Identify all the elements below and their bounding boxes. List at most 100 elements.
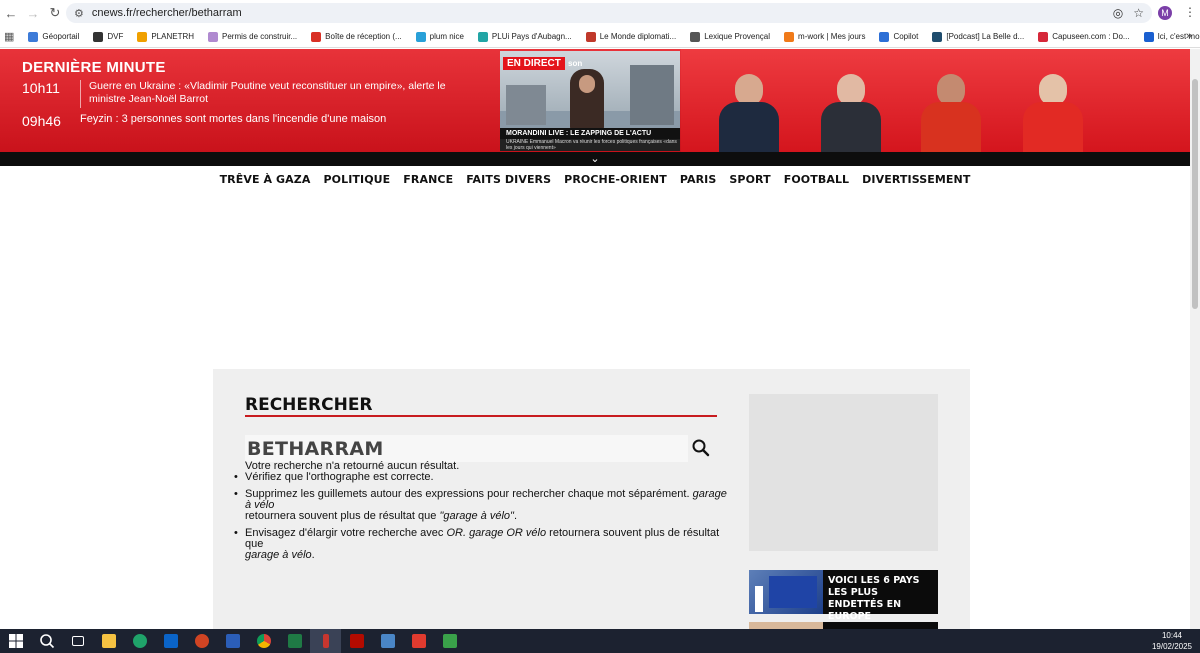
- bookmark-label[interactable]: PLANETRH: [151, 32, 194, 41]
- nav-item-treve-a-gaza[interactable]: TRÊVE À GAZA: [220, 173, 311, 193]
- apps-grid-icon[interactable]: ▦: [4, 30, 14, 43]
- outlook-icon[interactable]: [155, 629, 186, 653]
- bookmark-label[interactable]: Ici, c'est mon quarti...: [1158, 32, 1200, 41]
- live-sub-label: son: [568, 59, 583, 68]
- article-card[interactable]: [749, 622, 938, 629]
- bookmark-item[interactable]: Boîte de réception (...: [311, 31, 402, 42]
- bookmark-item[interactable]: Lexique Provençal: [690, 31, 770, 42]
- search-icon[interactable]: [689, 437, 713, 459]
- search-input[interactable]: BETHARRAM: [245, 435, 688, 462]
- bookmark-favicon-icon: [1143, 31, 1154, 42]
- nav-item-sport[interactable]: SPORT: [729, 173, 770, 193]
- bookmark-item[interactable]: Copilot: [879, 31, 918, 42]
- breaking-item[interactable]: 09h46 Feyzin : 3 personnes sont mortes d…: [22, 113, 450, 129]
- breaking-item[interactable]: 10h11 Guerre en Ukraine : «Vladimir Pout…: [22, 80, 459, 108]
- article-thumbnail: [749, 570, 823, 614]
- bookmark-item[interactable]: PLUi Pays d'Aubagn...: [477, 31, 572, 42]
- nav-item-football[interactable]: FOOTBALL: [784, 173, 849, 193]
- bookmark-label[interactable]: PLUi Pays d'Aubagn...: [492, 32, 572, 41]
- presenters-banner[interactable]: [681, 49, 1190, 152]
- bookmark-item[interactable]: m-work | Mes jours: [784, 31, 865, 42]
- nav-item-france[interactable]: FRANCE: [403, 173, 453, 193]
- search-taskbar-icon[interactable]: [31, 629, 62, 653]
- word-icon[interactable]: [217, 629, 248, 653]
- article-title[interactable]: VOICI LES 6 PAYS LES PLUS ENDETTÉS EN EU…: [828, 575, 934, 623]
- bookmark-label[interactable]: Boîte de réception (...: [325, 32, 402, 41]
- bookmark-label[interactable]: m-work | Mes jours: [798, 32, 865, 41]
- edge-icon[interactable]: [124, 629, 155, 653]
- bookmark-label[interactable]: Permis de construir...: [222, 32, 297, 41]
- bookmark-label[interactable]: Capuseen.com : Do...: [1052, 32, 1129, 41]
- bookmark-favicon-icon: [208, 31, 219, 42]
- eye-off-icon[interactable]: ◎: [1113, 6, 1123, 20]
- bookmark-label[interactable]: Lexique Provençal: [704, 32, 770, 41]
- system-clock[interactable]: 10:44 19/02/2025: [1152, 630, 1192, 652]
- nav-item-politique[interactable]: POLITIQUE: [323, 173, 390, 193]
- bookmark-label[interactable]: DVF: [107, 32, 123, 41]
- app-icon[interactable]: [310, 629, 341, 653]
- search-query[interactable]: BETHARRAM: [247, 438, 384, 460]
- search-tip: Vérifiez que l'orthographe est correcte.: [234, 472, 730, 484]
- bookmark-item[interactable]: DVF: [93, 31, 123, 42]
- article-card[interactable]: VOICI LES 6 PAYS LES PLUS ENDETTÉS EN EU…: [749, 570, 938, 622]
- breaking-text[interactable]: Feyzin : 3 personnes sont mortes dans l'…: [80, 113, 450, 126]
- chrome-icon[interactable]: [248, 629, 279, 653]
- presenter-image: [817, 74, 885, 152]
- nav-item-proche-orient[interactable]: PROCHE-ORIENT: [564, 173, 667, 193]
- file-explorer-icon[interactable]: [93, 629, 124, 653]
- bookmark-label[interactable]: Le Monde diplomati...: [600, 32, 677, 41]
- breaking-time: 09h46: [22, 113, 61, 129]
- bookmark-item[interactable]: [Podcast] La Belle d...: [932, 31, 1024, 42]
- powerpoint-icon[interactable]: [186, 629, 217, 653]
- browser-menu-icon[interactable]: ⋮: [1184, 5, 1196, 19]
- breaking-text[interactable]: Guerre en Ukraine : «Vladimir Poutine ve…: [89, 80, 459, 106]
- breaking-time: 10h11: [22, 80, 60, 96]
- breaking-news-title: DERNIÈRE MINUTE: [22, 59, 166, 76]
- calculator-icon[interactable]: [372, 629, 403, 653]
- breaking-news-banner: DERNIÈRE MINUTE 10h11 Guerre en Ukraine …: [0, 49, 1190, 152]
- page-title: RECHERCHER: [245, 395, 373, 415]
- bookmark-item[interactable]: plum nice: [415, 31, 464, 42]
- chevron-down-icon[interactable]: ⌄: [0, 152, 1190, 166]
- ad-placeholder: [749, 394, 938, 551]
- bookmark-item[interactable]: PLANETRH: [137, 31, 194, 42]
- live-video-thumbnail[interactable]: EN DIRECT son MORANDINI LIVE : LE ZAPPIN…: [500, 51, 680, 151]
- task-view-icon[interactable]: [62, 629, 93, 653]
- site-info-icon[interactable]: ⚙: [74, 7, 84, 20]
- windows-start-icon[interactable]: [0, 629, 31, 653]
- clock-date: 19/02/2025: [1151, 642, 1192, 651]
- bookmark-favicon-icon: [137, 31, 148, 42]
- excel-icon[interactable]: [279, 629, 310, 653]
- web-page: DERNIÈRE MINUTE 10h11 Guerre en Ukraine …: [0, 49, 1190, 629]
- bookmark-item[interactable]: Capuseen.com : Do...: [1038, 31, 1130, 42]
- nav-item-faits-divers[interactable]: FAITS DIVERS: [466, 173, 551, 193]
- more-bookmarks-icon[interactable]: »: [1186, 30, 1192, 42]
- bookmark-favicon-icon: [879, 31, 890, 42]
- taskbar: 10:44 19/02/2025: [0, 629, 1200, 653]
- nav-item-divertissement[interactable]: DIVERTISSEMENT: [862, 173, 970, 193]
- nav-item-paris[interactable]: PARIS: [680, 173, 717, 193]
- forward-icon[interactable]: →: [22, 2, 44, 24]
- profile-avatar[interactable]: M: [1158, 6, 1172, 20]
- bookmark-label[interactable]: plum nice: [430, 32, 464, 41]
- live-ticker: UKRAINE Emmanuel Macron va réunir les fo…: [500, 139, 680, 151]
- bookmark-label[interactable]: Copilot: [893, 32, 918, 41]
- bookmark-item[interactable]: Géoportail: [28, 31, 79, 42]
- bookmark-item[interactable]: Le Monde diplomati...: [585, 31, 677, 42]
- address-bar[interactable]: ⚙ cnews.fr/rechercher/betharram ◎ ☆: [66, 3, 1152, 23]
- bookmark-label[interactable]: Géoportail: [42, 32, 79, 41]
- bookmarks-bar: ▦ Géoportail DVF PLANETRH Permis de constru…: [0, 26, 1200, 48]
- title-divider: [245, 415, 717, 417]
- bookmark-star-icon[interactable]: ☆: [1133, 6, 1144, 20]
- reload-icon[interactable]: ↻: [44, 2, 66, 24]
- acrobat-icon[interactable]: [341, 629, 372, 653]
- presenter-image: [1019, 74, 1087, 152]
- green-app-icon[interactable]: [434, 629, 465, 653]
- page-scrollbar[interactable]: [1190, 49, 1200, 629]
- bookmark-label[interactable]: [Podcast] La Belle d...: [946, 32, 1024, 41]
- url-text[interactable]: cnews.fr/rechercher/betharram: [92, 7, 242, 19]
- wip-app-icon[interactable]: [403, 629, 434, 653]
- search-tip: Supprimez les guillemets autour des expr…: [234, 489, 730, 522]
- back-icon[interactable]: ←: [0, 2, 22, 24]
- bookmark-item[interactable]: Permis de construir...: [208, 31, 297, 42]
